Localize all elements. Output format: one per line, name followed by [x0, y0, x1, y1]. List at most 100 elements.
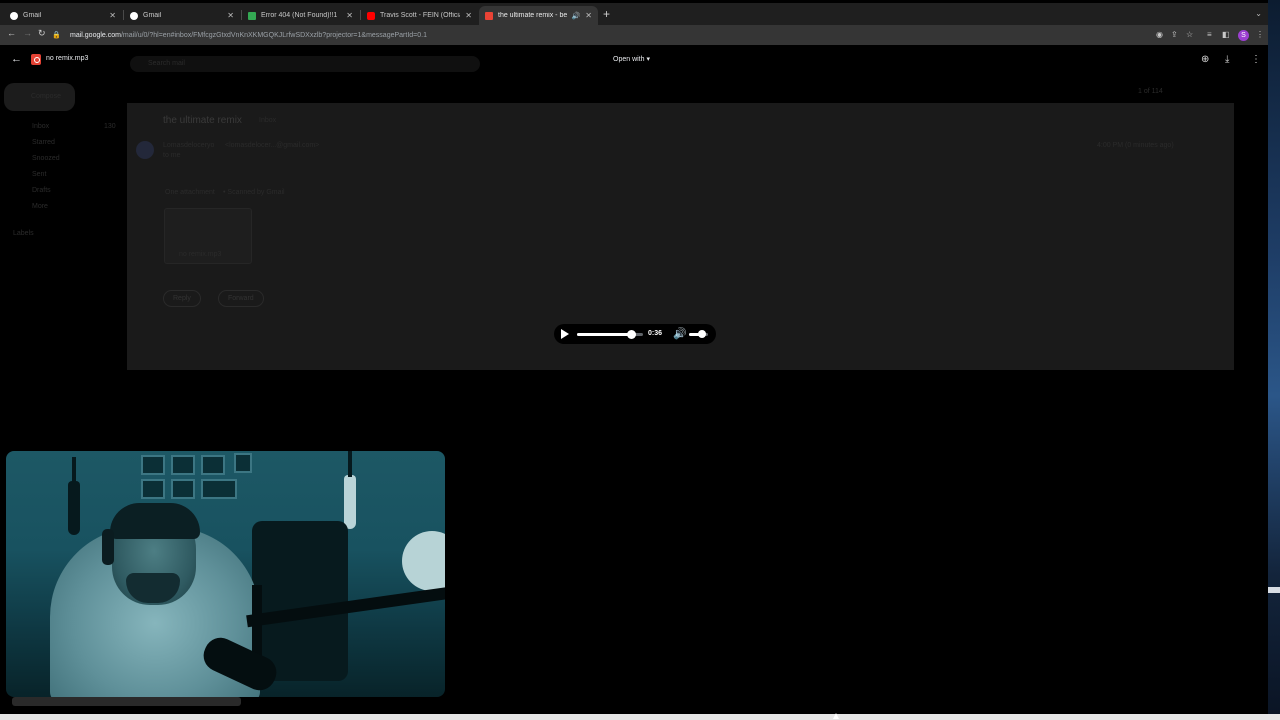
wall-frame — [141, 479, 165, 499]
horizontal-scrollbar[interactable] — [12, 697, 241, 706]
tab-title: the ultimate remix - beats... — [498, 12, 567, 19]
wall-frame — [201, 455, 225, 475]
menu-kebab-icon[interactable]: ⋮ — [1256, 30, 1264, 39]
nav-inbox: Inbox — [32, 123, 50, 130]
nav-more: More — [32, 203, 48, 210]
audio-player: 0:36 🔊 — [554, 324, 716, 344]
browser-window: Gmail ✕ Gmail ✕ Error 404 (Not Found)!!1… — [0, 3, 1268, 714]
volume-handle[interactable] — [698, 330, 707, 338]
drive-favicon-icon — [248, 11, 256, 20]
more-options-icon[interactable]: ⋮ — [1251, 54, 1261, 65]
close-tab-icon[interactable]: ✕ — [227, 11, 234, 20]
open-with-label: Open with — [613, 56, 645, 63]
volume-icon[interactable]: 🔊 — [673, 327, 687, 340]
guitar — [68, 457, 80, 535]
attachment-heading: One attachment — [165, 189, 215, 196]
search-placeholder: Search mail — [148, 60, 185, 67]
download-icon[interactable]: ⤓ — [1225, 54, 1229, 65]
seek-bar[interactable] — [577, 330, 643, 339]
nav-inbox-count: 130 — [104, 123, 116, 130]
forward-label: Forward — [228, 295, 254, 302]
close-tab-icon[interactable]: ✕ — [585, 11, 592, 20]
play-icon[interactable] — [561, 329, 569, 339]
url-path: /mail/u/0/?hl=en#inbox/FMfcgzGtxdVnKnXKM… — [120, 31, 427, 39]
side-panel-icon[interactable]: ◧ — [1222, 30, 1230, 39]
reload-icon[interactable]: ↻ — [38, 28, 46, 39]
forward-arrow-icon[interactable]: → — [23, 28, 32, 38]
tab-title: Error 404 (Not Found)!!1 — [261, 12, 338, 19]
screen-bottom-edge — [0, 714, 1280, 720]
tab-title: Gmail — [23, 12, 42, 19]
wall-frame — [171, 455, 195, 475]
address-bar[interactable]: 🔒 mail.google.com /mail/u/0/?hl=en#inbox… — [52, 28, 1216, 42]
scanned-note: • Scanned by Gmail — [223, 189, 285, 196]
second-person — [402, 531, 445, 591]
wall-frame — [201, 479, 237, 499]
page-count: 1 of 114 — [1138, 88, 1163, 95]
attachment-name: no remix.mp3 — [179, 251, 222, 258]
tab-title: Travis Scott - FEIN (Official A... — [380, 12, 460, 19]
gmail-favicon-icon — [485, 11, 493, 20]
compose-button: Compose — [4, 83, 75, 111]
profile-avatar[interactable]: S — [1238, 30, 1249, 41]
desktop-background — [1268, 0, 1280, 720]
nav-starred: Starred — [32, 139, 55, 146]
speaker-tab-icon[interactable]: 🔊 — [572, 12, 581, 20]
volume-slider[interactable] — [689, 330, 708, 338]
tab-search-chevron-icon[interactable]: ⌄ — [1255, 9, 1262, 18]
inbox-tag: Inbox — [259, 117, 277, 124]
share-icon[interactable]: ⇪ — [1171, 30, 1178, 39]
nav-drafts: Drafts — [32, 187, 51, 194]
eye-icon[interactable]: ◉ — [1156, 30, 1163, 39]
reply-label: Reply — [173, 295, 191, 302]
nav-sent: Sent — [32, 171, 47, 178]
seek-progress — [577, 333, 632, 336]
attachment-card: no remix.mp3 — [164, 208, 252, 264]
sender-email: <lomasdelocer...@gmail.com> — [225, 142, 320, 149]
sender-avatar — [136, 141, 154, 159]
back-arrow-icon[interactable]: ← — [7, 28, 16, 38]
email-time: 4:00 PM (0 minutes ago) — [1097, 142, 1174, 149]
tab-error-404[interactable]: Error 404 (Not Found)!!1 ✕ — [242, 6, 359, 25]
tab-strip: Gmail ✕ Gmail ✕ Error 404 (Not Found)!!1… — [0, 3, 1268, 25]
bookmark-star-icon[interactable]: ☆ — [1186, 30, 1193, 39]
webcam-overlay — [6, 451, 445, 697]
tab-gmail-2[interactable]: Gmail ✕ — [124, 6, 240, 25]
close-tab-icon[interactable]: ✕ — [346, 11, 353, 20]
tab-ultimate-remix[interactable]: the ultimate remix - beats... 🔊 ✕ — [479, 6, 598, 25]
caret-down-icon: ▾ — [646, 56, 650, 63]
playback-time: 0:36 — [648, 330, 663, 337]
close-viewer-arrow-icon[interactable]: ← — [11, 53, 22, 65]
browser-toolbar: ← → ↻ 🔒 mail.google.com /mail/u/0/?hl=en… — [0, 25, 1268, 45]
forward-button: Forward — [218, 290, 264, 307]
search-bar: Search mail — [130, 56, 480, 72]
guitar-neck — [348, 451, 352, 477]
nav-snoozed: Snoozed — [32, 155, 60, 162]
close-tab-icon[interactable]: ✕ — [465, 11, 472, 20]
youtube-favicon-icon — [367, 11, 375, 20]
compose-label: Compose — [31, 93, 61, 100]
mouse-cursor-icon — [833, 713, 839, 719]
wall-frame — [171, 479, 195, 499]
seek-handle[interactable] — [627, 330, 637, 339]
tab-gmail-1[interactable]: Gmail ✕ — [4, 6, 122, 25]
email-subject: the ultimate remix — [163, 115, 242, 126]
reply-button: Reply — [163, 290, 201, 307]
wall-frame — [141, 455, 165, 475]
viewer-file-name: no remix.mp3 — [46, 55, 89, 62]
lock-icon: 🔒 — [52, 32, 61, 39]
close-tab-icon[interactable]: ✕ — [109, 11, 116, 20]
recipient: to me — [163, 152, 181, 159]
guitar — [344, 451, 356, 529]
headphones — [102, 529, 114, 565]
gmail-favicon-icon — [10, 11, 18, 20]
tab-youtube[interactable]: Travis Scott - FEIN (Official A... ✕ — [361, 6, 478, 25]
open-with-button[interactable]: Open with ▾ — [613, 55, 650, 63]
new-tab-icon[interactable]: + — [603, 7, 610, 21]
audio-file-icon — [31, 54, 41, 65]
reading-list-icon[interactable]: ≡ — [1207, 30, 1212, 39]
gmail-favicon-icon — [130, 11, 138, 20]
labels-heading: Labels — [13, 230, 34, 237]
add-to-drive-icon[interactable]: ⊕ — [1201, 54, 1209, 65]
url-host: mail.google.com — [70, 31, 121, 39]
